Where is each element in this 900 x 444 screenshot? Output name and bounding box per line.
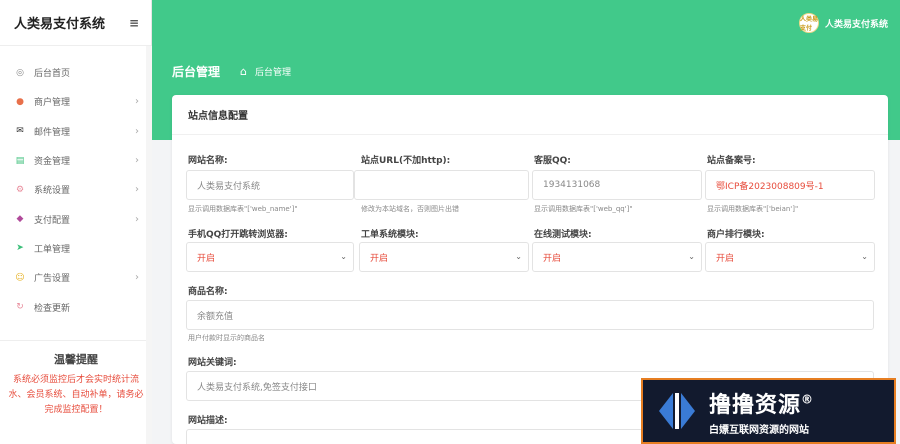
ticket-module-select[interactable]: 开启 ⌄ [359,242,529,272]
watermark-text: 撸撸资源® 白嫖互联网资源的网站 [709,387,815,436]
qq-jump-select[interactable]: 开启 ⌄ [186,242,354,272]
watermark-main: 撸撸资源 [709,392,802,418]
chevron-right-icon: › [135,184,139,196]
ticket-module-label: 工单系统模块: [361,230,419,240]
watermark-banner: 撸撸资源® 白嫖互联网资源的网站 [641,378,896,444]
product-name-help: 用户付款时显示的商品名 [188,334,265,342]
sidebar-item-label: 后台首页 [34,69,71,80]
tips-title: 温馨提醒 [54,353,98,366]
wallet-icon: ▤ [15,155,25,166]
avatar: 人类易支付 [798,13,819,33]
keywords-label: 网站关键词: [188,358,237,368]
watermark-sub: 白嫖互联网资源的网站 [709,424,809,436]
product-name-input[interactable]: 余额充值 [186,300,874,330]
sidebar-item[interactable]: ◎ 后台首页 [0,58,151,87]
chevron-right-icon: › [135,272,139,284]
sidebar-item-label: 检查更新 [34,303,71,314]
sidebar-item[interactable]: ✉ 邮件管理 › [0,117,151,146]
sidebar-item[interactable]: ☺ 广告设置 › [0,263,151,292]
beian-input[interactable]: 鄂ICP备2023008809号-1 [705,170,875,200]
chevron-right-icon: › [135,96,139,108]
sidebar-item-label: 资金管理 [34,157,71,168]
chevron-down-icon: ⌄ [515,252,522,261]
mail-icon: ✉ [16,126,24,137]
user-icon: ● [16,96,24,107]
update-icon: ↻ [16,302,24,313]
brand: 人类易支付系统 ≡ [0,0,151,46]
app-title: 人类易支付系统 [14,17,106,32]
menu-fold-icon[interactable]: ≡ [129,16,139,30]
sidebar-item[interactable]: ↻ 检查更新 [0,292,151,321]
user-name: 人类易支付系统 [824,19,888,30]
breadcrumb: ⌂ 后台管理 [240,65,291,78]
breadcrumb-item[interactable]: 后台管理 [255,65,291,78]
sidebar-item-label: 邮件管理 [34,127,71,138]
service-qq-label: 客服QQ: [534,156,571,166]
sidebar: 人类易支付系统 ≡ ◎ 后台首页 ● 商户管理 › ✉ 邮件管理 › ▤ 资金管理 › ⚙ 系统设置 › ◆… [0,0,152,444]
ranking-module-label: 商户排行模块: [707,230,765,240]
sidebar-item-label: 系统设置 [34,186,71,197]
beian-label: 站点备案号: [707,156,756,166]
sidebar-item-label: 支付配置 [34,215,71,226]
watermark-logo-icon [653,387,701,435]
sidebar-item[interactable]: ⚙ 系统设置 › [0,175,151,204]
registered-icon: ® [801,392,815,407]
chevron-right-icon: › [135,155,139,167]
tips-text: 系统必须监控后才会实时统计流水、会员系统、自动补单，请务必完成监控配置！ [8,375,144,415]
home-icon[interactable]: ⌂ [240,65,247,78]
chevron-right-icon: › [135,125,139,137]
service-qq-help: 显示调用数据库表"['web_qq']" [534,205,633,213]
sidebar-nav: ◎ 后台首页 ● 商户管理 › ✉ 邮件管理 › ▤ 资金管理 › ⚙ 系统设置 › ◆ 支付配置 › ➤ 工单管理… [0,58,151,322]
sidebar-item-label: 广告设置 [34,274,71,285]
ad-icon: ☺ [15,272,25,283]
chevron-down-icon: ⌄ [340,252,347,261]
site-url-input[interactable] [354,170,529,200]
sidebar-item-label: 商户管理 [34,98,71,109]
sidebar-item-label: 工单管理 [34,244,71,255]
web-name-label: 网站名称: [188,156,228,166]
sidebar-item[interactable]: ● 商户管理 › [0,87,151,116]
ranking-module-value: 开启 [716,253,735,264]
site-url-help: 修改为本站域名，否则图片出错 [361,205,459,213]
send-icon: ➤ [16,243,24,254]
test-module-value: 开启 [543,253,562,264]
ranking-module-select[interactable]: 开启 ⌄ [705,242,875,272]
qq-jump-value: 开启 [197,253,216,264]
web-name-help: 显示调用数据库表"['web_name']" [188,205,298,213]
sidebar-item[interactable]: ◆ 支付配置 › [0,204,151,233]
sidebar-item[interactable]: ▤ 资金管理 › [0,146,151,175]
chevron-down-icon: ⌄ [861,252,868,261]
page-title: 后台管理 [172,65,221,79]
gear-icon: ⚙ [15,184,25,195]
description-label: 网站描述: [188,416,228,426]
card-title: 站点信息配置 [172,95,888,135]
site-url-label: 站点URL(不加http): [361,156,451,166]
product-name-label: 商品名称: [188,287,228,297]
service-qq-input[interactable]: 1934131068 [532,170,702,200]
ticket-module-value: 开启 [370,253,389,264]
payment-icon: ◆ [16,214,24,225]
tips-panel: 温馨提醒 系统必须监控后才会实时统计流水、会员系统、自动补单，请务必完成监控配置… [0,340,152,428]
web-name-input[interactable]: 人类易支付系统 [186,170,354,200]
chevron-right-icon: › [135,213,139,225]
test-module-select[interactable]: 开启 ⌄ [532,242,702,272]
user-menu[interactable]: 人类易支付 人类易支付系统 [798,13,888,33]
beian-help: 显示调用数据库表"['beian']" [707,205,799,213]
test-module-label: 在线测试模块: [534,230,592,240]
sidebar-item[interactable]: ➤ 工单管理 [0,234,151,263]
qq-jump-label: 手机QQ打开跳转浏览器: [188,230,288,240]
chevron-down-icon: ⌄ [688,252,695,261]
dashboard-icon: ◎ [16,67,24,78]
